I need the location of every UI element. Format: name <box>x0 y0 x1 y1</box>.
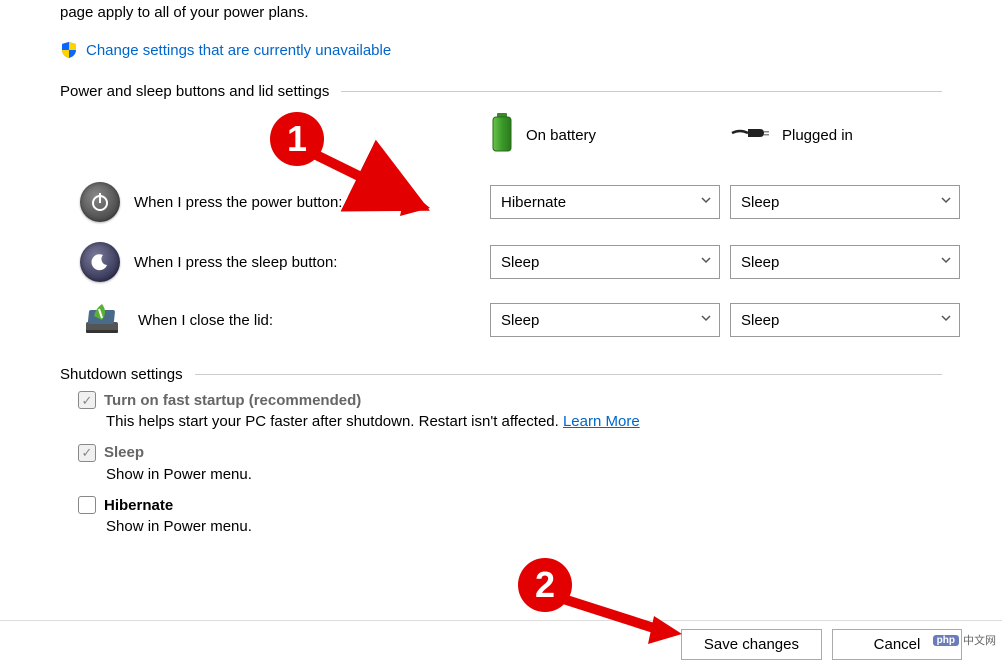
close-lid-icon <box>80 302 124 338</box>
divider <box>195 374 942 375</box>
chevron-down-icon <box>939 311 953 329</box>
select-value: Hibernate <box>501 194 566 211</box>
hibernate-label: Hibernate <box>104 497 173 514</box>
fast-startup-label: Turn on fast startup (recommended) <box>104 392 361 409</box>
select-value: Sleep <box>741 254 779 271</box>
admin-link[interactable]: Change settings that are currently unava… <box>86 42 391 59</box>
select-power-button-plugged[interactable]: Sleep <box>730 185 960 219</box>
checkbox-sleep[interactable] <box>78 444 96 462</box>
chevron-down-icon <box>939 253 953 271</box>
watermark: php 中文网 <box>933 632 996 648</box>
intro-text: page apply to all of your power plans. <box>60 0 942 23</box>
select-sleep-button-battery[interactable]: Sleep <box>490 245 720 279</box>
sleep-desc: Show in Power menu. <box>106 464 942 487</box>
select-value: Sleep <box>501 312 539 329</box>
row-close-lid-label: When I close the lid: <box>138 312 273 329</box>
select-close-lid-battery[interactable]: Sleep <box>490 303 720 337</box>
row-sleep-button: When I press the sleep button: <box>80 242 480 282</box>
shutdown-item-hibernate: Hibernate Show in Power menu. <box>78 496 942 539</box>
select-close-lid-plugged[interactable]: Sleep <box>730 303 960 337</box>
chevron-down-icon <box>699 311 713 329</box>
fast-startup-desc-text: This helps start your PC faster after sh… <box>106 413 563 430</box>
plug-icon <box>730 123 770 147</box>
battery-icon <box>490 113 514 157</box>
chevron-down-icon <box>699 193 713 211</box>
bottom-button-bar: Save changes Cancel <box>0 620 1002 668</box>
row-sleep-button-label: When I press the sleep button: <box>134 254 337 271</box>
select-power-button-battery[interactable]: Hibernate <box>490 185 720 219</box>
checkbox-hibernate[interactable] <box>78 496 96 514</box>
watermark-text: 中文网 <box>963 632 996 648</box>
hibernate-desc: Show in Power menu. <box>106 516 942 539</box>
section-power-sleep-header: Power and sleep buttons and lid settings <box>60 83 942 100</box>
divider <box>341 91 942 92</box>
watermark-brand: php <box>933 635 959 646</box>
checkbox-fast-startup[interactable] <box>78 391 96 409</box>
sleep-button-icon <box>80 242 120 282</box>
shutdown-item-sleep: Sleep Show in Power menu. <box>78 444 942 487</box>
power-button-icon <box>80 182 120 222</box>
col-header-on-battery: On battery <box>490 108 720 162</box>
annotation-badge-1: 1 <box>270 112 324 166</box>
shield-icon <box>60 41 78 59</box>
admin-link-row[interactable]: Change settings that are currently unava… <box>60 41 942 59</box>
select-value: Sleep <box>501 254 539 271</box>
col-header-plugged-in: Plugged in <box>730 108 960 162</box>
col-header-plugged-label: Plugged in <box>782 127 853 144</box>
chevron-down-icon <box>699 253 713 271</box>
row-close-lid: When I close the lid: <box>80 302 480 338</box>
learn-more-link[interactable]: Learn More <box>563 413 640 430</box>
shutdown-item-fast-startup: Turn on fast startup (recommended) This … <box>78 391 942 434</box>
select-value: Sleep <box>741 312 779 329</box>
select-value: Sleep <box>741 194 779 211</box>
section-power-sleep-title: Power and sleep buttons and lid settings <box>60 83 329 100</box>
section-shutdown-header: Shutdown settings <box>60 366 942 383</box>
annotation-badge-2: 2 <box>518 558 572 612</box>
section-shutdown-title: Shutdown settings <box>60 366 183 383</box>
select-sleep-button-plugged[interactable]: Sleep <box>730 245 960 279</box>
save-changes-button[interactable]: Save changes <box>681 629 822 660</box>
sleep-label: Sleep <box>104 444 144 461</box>
col-header-battery-label: On battery <box>526 127 596 144</box>
chevron-down-icon <box>939 193 953 211</box>
fast-startup-desc: This helps start your PC faster after sh… <box>106 411 942 434</box>
